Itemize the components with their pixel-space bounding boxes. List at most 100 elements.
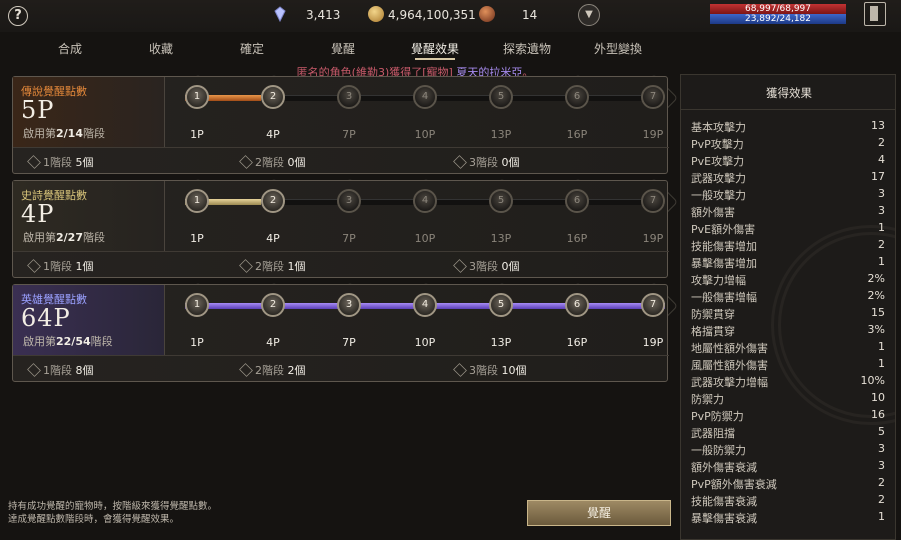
- hint-line: 持有成功覺醒的寵物時，按階級來獲得覺醒點數。: [8, 501, 218, 512]
- effect-name: 基本攻擊力: [691, 121, 746, 134]
- hp-bar: 68,997/68,997: [710, 4, 846, 14]
- stage-node[interactable]: 6: [562, 82, 592, 112]
- effect-row: PvP防禦力 16: [691, 408, 885, 425]
- effect-name: 攻擊力增幅: [691, 274, 746, 287]
- effect-value: 1: [878, 340, 885, 353]
- stage-node[interactable]: 2: [258, 290, 288, 320]
- awaken-button[interactable]: 覺醒: [527, 500, 671, 526]
- stage-emblem-icon: [27, 155, 41, 169]
- effect-name: 格擋貫穿: [691, 325, 735, 338]
- stage-node[interactable]: 3: [334, 290, 364, 320]
- stage-point-label: 7P: [342, 128, 356, 141]
- tab-confirm[interactable]: 確定: [212, 40, 292, 57]
- effect-name: 武器攻擊力增幅: [691, 376, 768, 389]
- stage3-summary: 3階段 0個: [453, 154, 520, 170]
- stage-node[interactable]: 3: [334, 82, 364, 112]
- stage-node[interactable]: 5: [486, 82, 516, 112]
- token-count: 14: [522, 8, 538, 22]
- stage-node[interactable]: 4: [410, 82, 440, 112]
- stage1-summary: 1階段 1個: [27, 258, 94, 274]
- effect-value: 3: [878, 442, 885, 455]
- effect-row: 格擋貫穿 3%: [691, 323, 885, 340]
- stage-point-label: 19P: [642, 128, 664, 141]
- stage3-summary: 3階段 0個: [453, 258, 520, 274]
- effect-name: 風屬性額外傷害: [691, 359, 768, 372]
- effect-value: 3%: [867, 323, 885, 336]
- tab-combine[interactable]: 合成: [30, 40, 110, 57]
- effect-value: 3: [878, 204, 885, 217]
- stage-point-label: 19P: [642, 336, 664, 349]
- gold-coin-icon: [368, 6, 384, 22]
- effect-row: 一般攻擊力 3: [691, 187, 885, 204]
- effect-name: PvE額外傷害: [691, 223, 756, 236]
- effect-value: 1: [878, 510, 885, 523]
- stage-node[interactable]: 2: [258, 82, 288, 112]
- gold-count: 4,964,100,351: [388, 8, 476, 22]
- stage-point-label: 7P: [342, 232, 356, 245]
- stage-point-label: 10P: [414, 232, 436, 245]
- stage-node[interactable]: 1: [182, 186, 212, 216]
- panel-points: 64P: [21, 304, 71, 332]
- exit-door-icon[interactable]: [864, 2, 886, 26]
- stage-emblem-icon: [27, 259, 41, 273]
- top-bar: ? 3,413 4,964,100,351 14 ▼ 68,997/68,997…: [0, 0, 901, 32]
- effect-row: PvP額外傷害衰減 2: [691, 476, 885, 493]
- panel-points: 4P: [21, 200, 55, 228]
- stage3-summary: 3階段 10個: [453, 362, 527, 378]
- effect-name: 額外傷害衰減: [691, 461, 757, 474]
- panel-info: 史詩覺醒點數 4P 啟用第2/27階段: [13, 181, 165, 251]
- stage-node[interactable]: 1: [182, 82, 212, 112]
- effect-value: 1: [878, 357, 885, 370]
- stage-summary: 1階段 5個 2階段 0個 3階段 0個: [13, 147, 669, 174]
- effect-name: 暴擊傷害增加: [691, 257, 757, 270]
- stage-emblem-icon: [453, 259, 467, 273]
- stage-point-label: 19P: [642, 232, 664, 245]
- effect-row: PvE攻擊力 4: [691, 153, 885, 170]
- divider: [681, 109, 895, 110]
- stage-node[interactable]: 5: [486, 186, 516, 216]
- stage-node[interactable]: 7: [638, 186, 668, 216]
- effect-row: 技能傷害衰減 2: [691, 493, 885, 510]
- panel-info: 傳說覺醒點數 5P 啟用第2/14階段: [13, 77, 165, 147]
- chevron-down-button[interactable]: ▼: [578, 4, 600, 26]
- stage-node[interactable]: 3: [334, 186, 364, 216]
- effect-row: 武器攻擊力增幅 10%: [691, 374, 885, 391]
- tab-collection[interactable]: 收藏: [121, 40, 201, 57]
- effect-row: 一般防禦力 3: [691, 442, 885, 459]
- tab-awaken[interactable]: 覺醒: [303, 40, 383, 57]
- stage-node[interactable]: 5: [486, 290, 516, 320]
- stage-node[interactable]: 6: [562, 186, 592, 216]
- help-button[interactable]: ?: [8, 6, 28, 26]
- stage-node[interactable]: 7: [638, 82, 668, 112]
- stage2-summary: 2階段 1個: [239, 258, 306, 274]
- stage-point-label: 1P: [190, 232, 204, 245]
- tab-explore-relics[interactable]: 探索遺物: [487, 40, 567, 57]
- stage-point-label: 16P: [566, 336, 588, 349]
- effect-name: 一般防禦力: [691, 444, 746, 457]
- stage-node[interactable]: 4: [410, 186, 440, 216]
- diamond-icon: [274, 6, 286, 22]
- stage-emblem-icon: [239, 155, 253, 169]
- stage-node[interactable]: 7: [638, 290, 668, 320]
- effect-name: 一般傷害增幅: [691, 291, 757, 304]
- effect-name: 武器阻擋: [691, 427, 735, 440]
- stage-node[interactable]: 2: [258, 186, 288, 216]
- stage1-summary: 1階段 5個: [27, 154, 94, 170]
- stage-point-label: 13P: [490, 232, 512, 245]
- tab-appearance[interactable]: 外型變換: [578, 40, 658, 57]
- stage-node[interactable]: 6: [562, 290, 592, 320]
- effect-value: 13: [871, 119, 885, 132]
- tab-awaken-effect[interactable]: 覺醒效果: [395, 40, 475, 60]
- stage-node[interactable]: 4: [410, 290, 440, 320]
- stage1-summary: 1階段 8個: [27, 362, 94, 378]
- effect-name: PvE攻擊力: [691, 155, 745, 168]
- stage-point-label: 4P: [266, 128, 280, 141]
- effect-value: 2: [878, 493, 885, 506]
- stage-node[interactable]: 1: [182, 290, 212, 320]
- effect-value: 2: [878, 238, 885, 251]
- effect-value: 3: [878, 187, 885, 200]
- effect-name: PvP攻擊力: [691, 138, 744, 151]
- stage-point-label: 1P: [190, 336, 204, 349]
- effect-name: 防禦力: [691, 393, 724, 406]
- effect-row: PvE額外傷害 1: [691, 221, 885, 238]
